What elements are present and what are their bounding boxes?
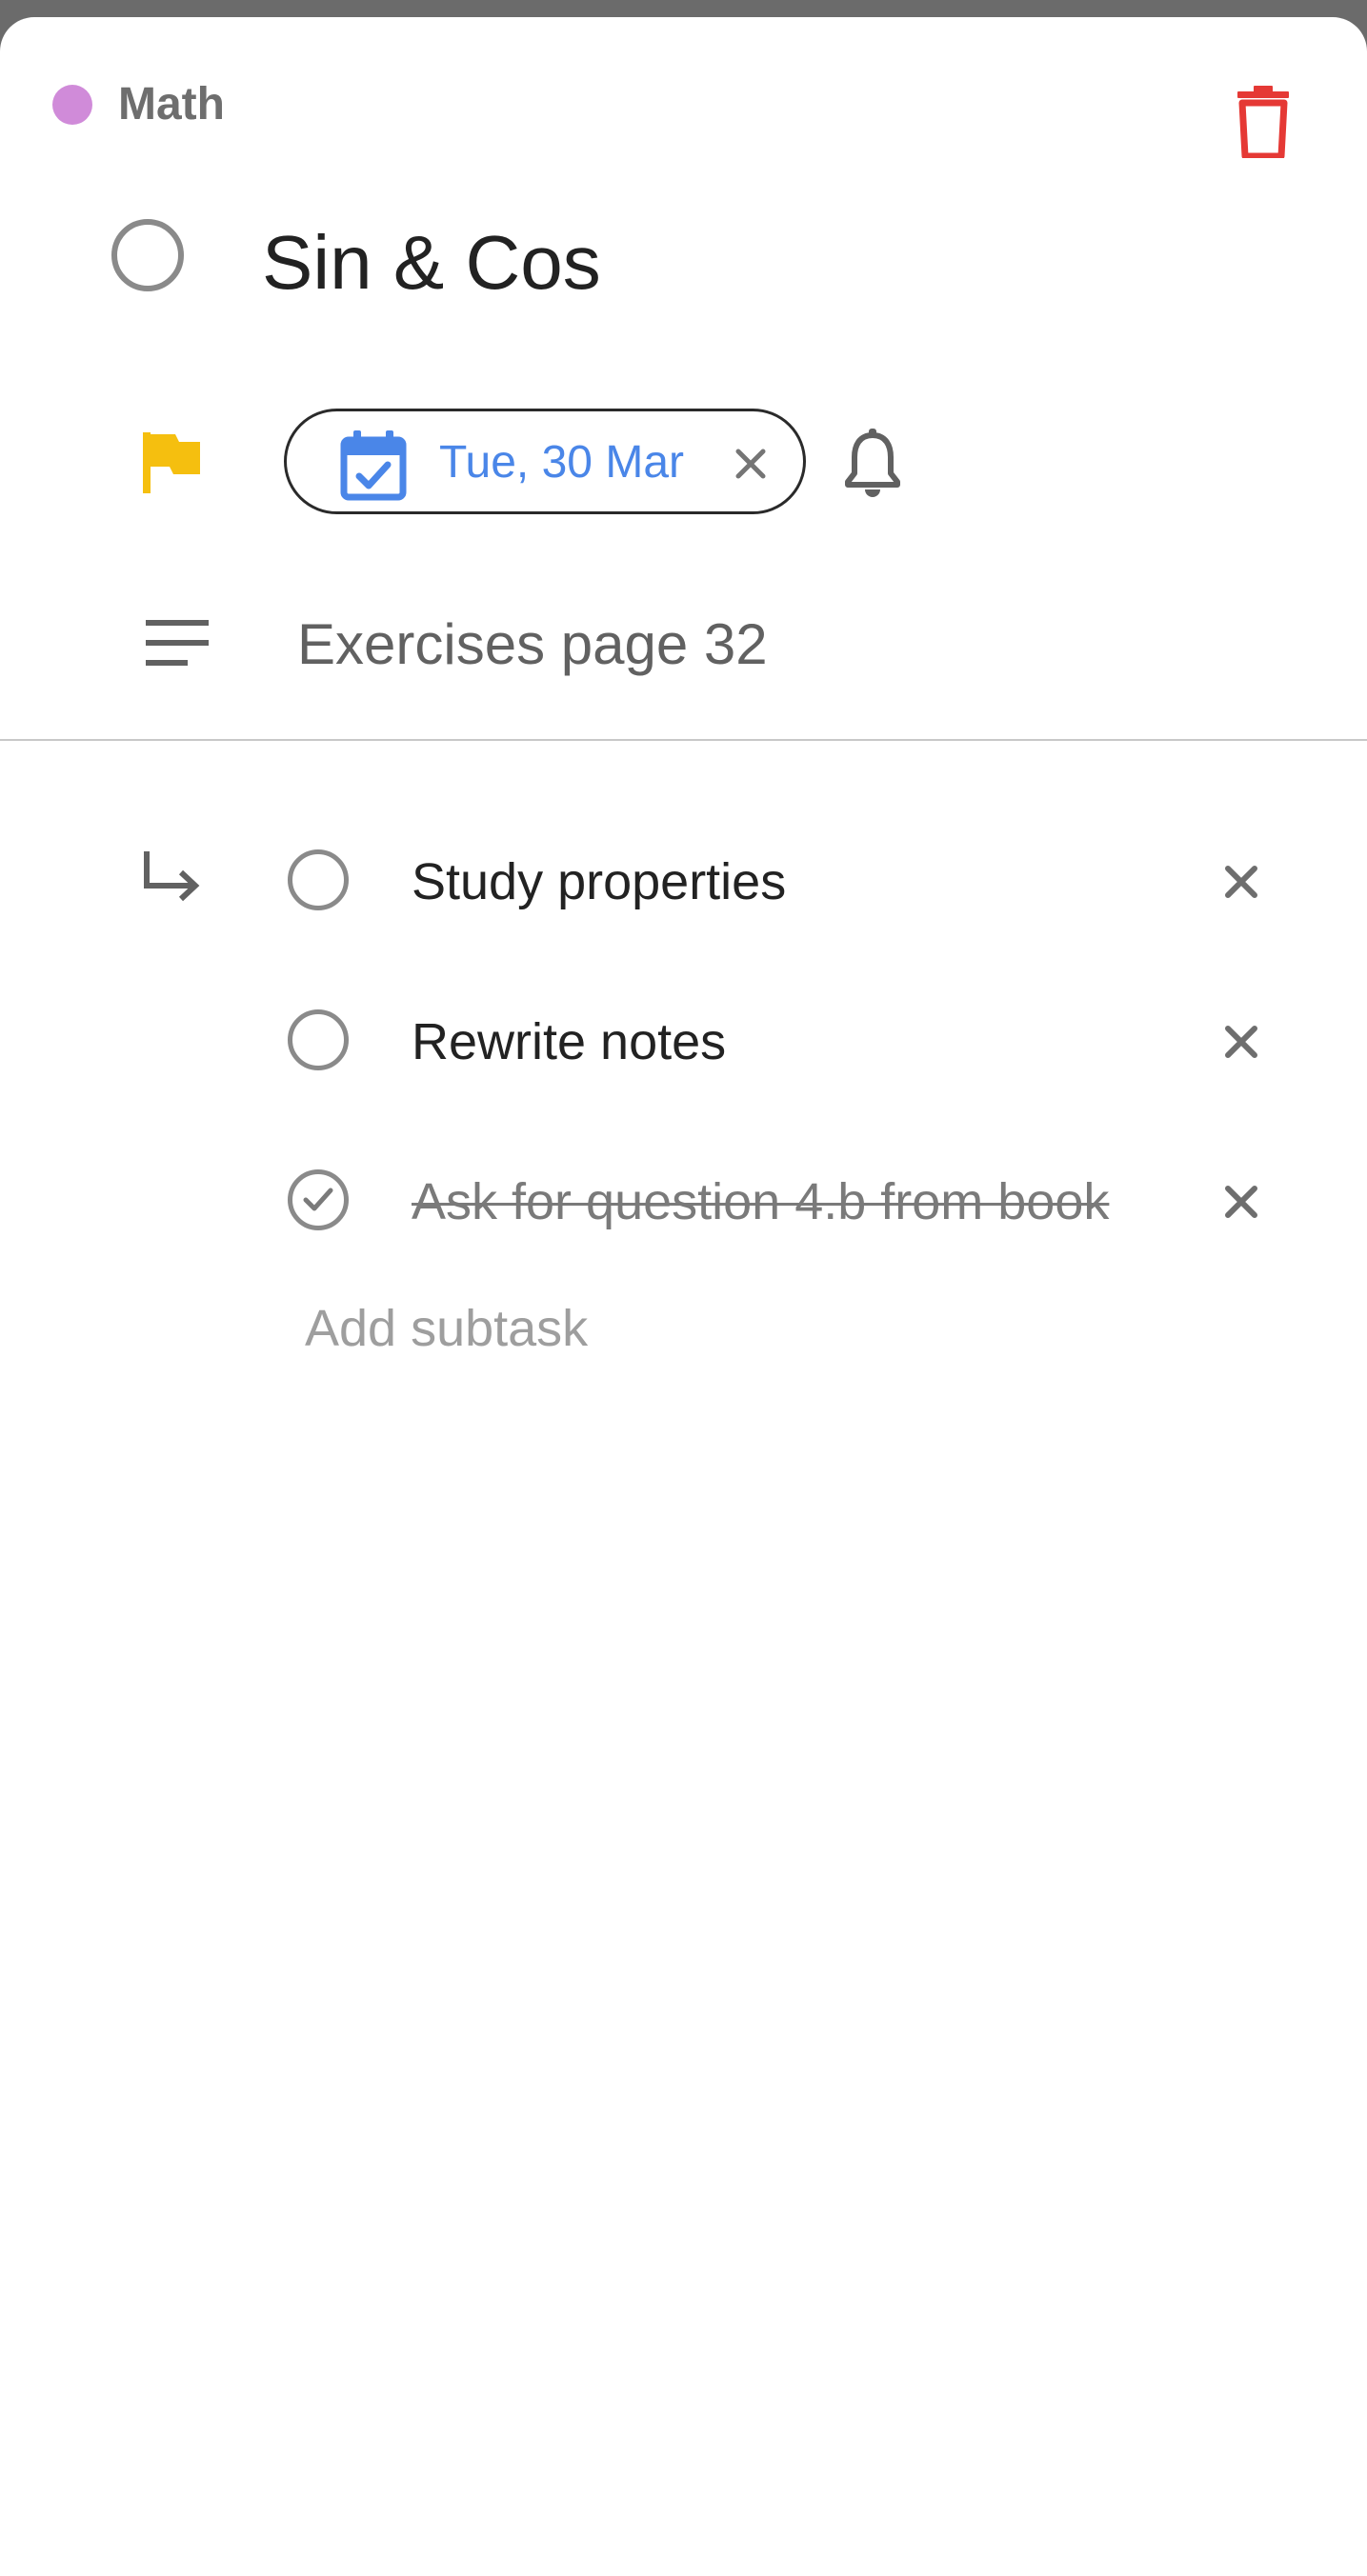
close-icon[interactable] bbox=[1224, 1025, 1258, 1059]
add-subtask-input[interactable]: Add subtask bbox=[305, 1298, 588, 1359]
list-name[interactable]: Math bbox=[118, 80, 225, 130]
task-complete-checkbox[interactable] bbox=[111, 219, 184, 291]
flag-icon[interactable] bbox=[143, 432, 202, 493]
due-date-chip[interactable]: Tue, 30 Mar bbox=[284, 409, 806, 514]
bell-icon[interactable] bbox=[843, 429, 902, 497]
task-notes[interactable]: Exercises page 32 bbox=[297, 611, 768, 678]
subtask-label[interactable]: Ask for question 4.b from book bbox=[412, 1172, 1109, 1231]
task-detail-sheet: Math Sin & Cos Tue, 30 Mar Exercises pag… bbox=[0, 17, 1367, 2576]
close-icon[interactable] bbox=[1224, 1185, 1258, 1219]
close-icon[interactable] bbox=[1224, 865, 1258, 899]
close-icon[interactable] bbox=[734, 448, 767, 480]
trash-icon[interactable] bbox=[1234, 86, 1293, 160]
divider bbox=[0, 739, 1367, 741]
notes-icon bbox=[146, 620, 209, 666]
subtask-checkbox[interactable] bbox=[288, 1009, 349, 1070]
subtask-row: Rewrite notes bbox=[0, 983, 1367, 1097]
subtask-row: Study properties bbox=[0, 823, 1367, 937]
subtask-label[interactable]: Rewrite notes bbox=[412, 1012, 726, 1071]
check-icon bbox=[303, 1188, 333, 1211]
subtask-label[interactable]: Study properties bbox=[412, 852, 786, 911]
calendar-icon bbox=[340, 430, 407, 501]
due-date-label: Tue, 30 Mar bbox=[439, 437, 684, 488]
subtask-checkbox[interactable] bbox=[288, 849, 349, 910]
task-title[interactable]: Sin & Cos bbox=[262, 219, 601, 307]
list-color-dot bbox=[52, 85, 92, 125]
subtask-checkbox-checked[interactable] bbox=[288, 1169, 349, 1230]
subtask-row: Ask for question 4.b from book bbox=[0, 1143, 1367, 1257]
